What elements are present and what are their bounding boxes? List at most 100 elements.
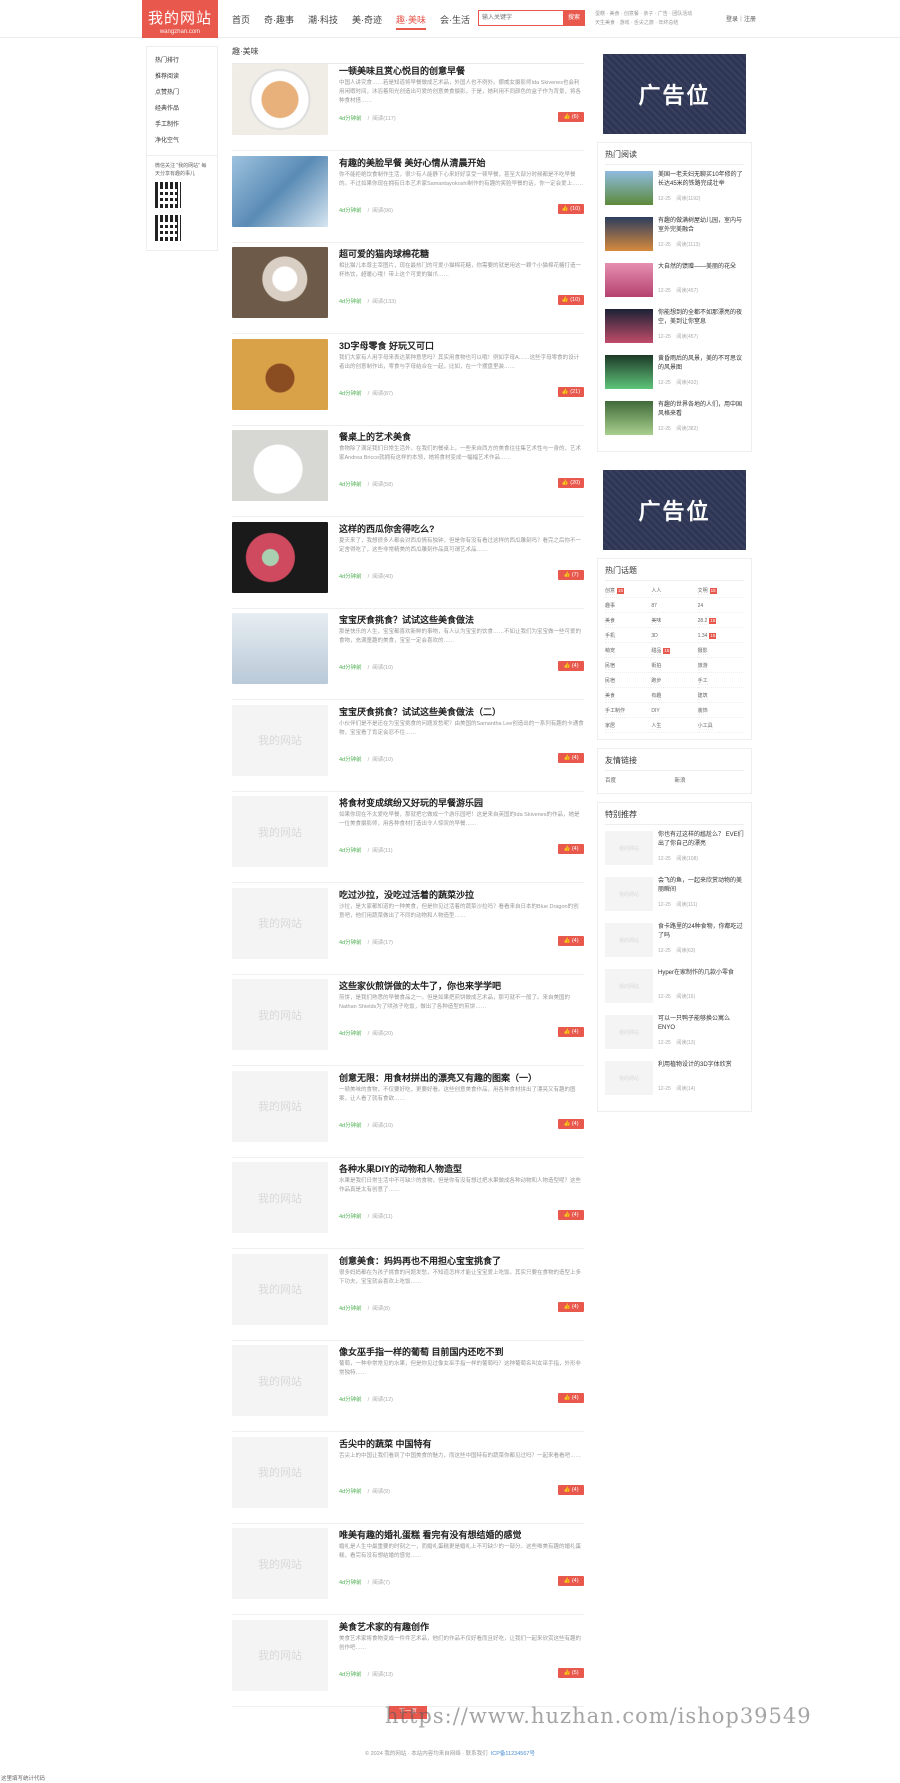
nav-item[interactable]: 潮·科技 [308,13,338,30]
like-button[interactable]: 👍 (4) [558,1118,584,1129]
nav-item[interactable]: 美·奇迹 [352,13,382,30]
tag-link[interactable]: 街拍 [651,660,698,673]
friend-link[interactable]: 百度 [605,775,675,787]
hot-read-thumbnail[interactable] [605,263,653,297]
article-item[interactable]: 我的网站 将食材变成缤纷又好玩的早餐游乐园 如果你现在不太爱吃早餐，那就把它做成一个… [232,792,584,883]
recommend-title[interactable]: 可以一只鸭子能够换公寓么ENYO [658,1015,746,1033]
like-button[interactable]: 👍 (6) [558,112,584,122]
like-button[interactable]: 👍 (21) [558,386,584,397]
ad-banner[interactable]: 广告位 [603,54,746,134]
tag-link[interactable]: 萌宠 [605,645,652,658]
hot-read-item[interactable]: 美国一老夫妇无聊买10年修的了长达45米的铁路完成壮举 12-25 阅读(1192… [605,169,744,215]
left-menu-item[interactable]: 手工制作 [155,117,209,133]
hot-read-item[interactable]: 大自然的馈赠——美丽的花朵 12-25 阅读(457) [605,261,744,307]
recommend-thumbnail[interactable]: 我的网站 [605,831,653,865]
tag-link[interactable]: DIY [651,705,698,718]
like-button[interactable]: 👍 (4) [558,1484,584,1495]
article-title[interactable]: 将食材变成缤纷又好玩的早餐游乐园 [339,796,483,809]
like-button[interactable]: 👍 (10) [558,295,584,305]
like-button[interactable]: 👍 (4) [558,1576,584,1586]
hot-read-title[interactable]: 美国一老夫妇无聊买10年修的了长达45米的铁路完成壮举 [658,171,746,189]
article-thumbnail[interactable] [232,338,328,410]
recommend-title[interactable]: 你也有过这样的尴尬么？ EVE们出了你自己的漂亮 [658,831,746,849]
article-item[interactable]: 超可爱的猫肉球棉花糖 相比猫儿本尊主宰图片，现在最热门的可爱小猫棉花糖，你需要的就… [232,243,584,334]
article-title[interactable]: 这样的西瓜你舍得吃么? [339,522,435,535]
tag-link[interactable]: 旅游 [697,660,744,673]
nav-item[interactable]: 首页 [232,13,250,30]
tag-link[interactable]: 手工 [697,675,744,688]
article-item[interactable]: 我的网站 这些家伙煎饼做的太牛了，你也来学学吧 煎饼，是我们熟悉的早餐食品之一。但是… [232,975,584,1066]
recommend-thumbnail[interactable]: 我的网站 [605,969,653,1003]
nav-item[interactable]: 奇·趣事 [264,13,294,30]
article-item[interactable]: 宝宝厌食挑食？试试这些美食做法 那是快乐的人生，宝宝都喜欢新鲜的事物，有人认为宝宝… [232,609,584,700]
like-button[interactable]: 👍 (10) [558,203,584,214]
tag-link[interactable]: 美味 [651,615,698,628]
hot-read-title[interactable]: 有趣的做满树屋幼儿园，室内与室外完美融合 [658,217,746,235]
article-title[interactable]: 美食艺术家的有趣创作 [339,1620,429,1633]
article-title[interactable]: 3D字母零食 好玩又可口 [339,339,434,352]
like-button[interactable]: 👍 (4) [558,1301,584,1312]
article-title[interactable]: 这些家伙煎饼做的太牛了，你也来学学吧 [339,979,501,992]
like-button[interactable]: 👍 (5) [558,1667,584,1678]
tag-link[interactable]: 3D [651,630,698,643]
article-title[interactable]: 超可爱的猫肉球棉花糖 [339,247,429,260]
recommend-item[interactable]: 我的网站 食卡路里的24种食物，你都吃过了吗 12-25 阅读(63) [605,921,744,967]
search-button[interactable]: 搜索 [563,10,585,26]
recommend-title[interactable]: Hyper在家制作的几款小零食 [658,969,746,978]
recommend-thumbnail[interactable]: 我的网站 [605,923,653,957]
article-thumbnail[interactable] [232,155,328,227]
article-item[interactable]: 我的网站 创意无限：用食材拼出的漂亮又有趣的图案（一） 一顿美味的食物，不仅要好吃，… [232,1067,584,1158]
left-menu-item[interactable]: 推荐阅读 [155,69,209,85]
article-title[interactable]: 吃过沙拉，没吃过活着的蔬菜沙拉 [339,888,474,901]
article-thumbnail[interactable] [232,521,328,593]
article-thumbnail[interactable] [232,247,328,318]
tag-link[interactable]: 手机 [605,630,652,643]
article-item[interactable]: 我的网站 各种水果DIY的动物和人物造型 水果是我们日常生活中不可缺少的食物，但是你… [232,1158,584,1249]
article-thumbnail[interactable]: 我的网站 [232,1345,328,1416]
tag-link[interactable]: 建筑 [697,690,744,703]
article-title[interactable]: 餐桌上的艺术美食 [339,430,411,443]
nav-item-active[interactable]: 趣·美味 [396,13,427,30]
recommend-title[interactable]: 食卡路里的24种食物，你都吃过了吗 [658,923,746,941]
article-title[interactable]: 创意无限：用食材拼出的漂亮又有趣的图案（一） [339,1071,537,1084]
tag-link[interactable]: 人生 [651,720,698,733]
tag-link[interactable]: 创意 15 [605,585,652,598]
left-menu-item[interactable]: 热门排行 [155,53,209,69]
like-button[interactable]: 👍 (4) [558,844,584,854]
tag-link[interactable]: 美食 [605,690,652,703]
article-item[interactable]: 我的网站 像女巫手指一样的葡萄 目前国内还吃不到 葡萄，一种非常常见的水果，但是你见… [232,1341,584,1432]
article-title[interactable]: 各种水果DIY的动物和人物造型 [339,1162,462,1175]
hot-read-title[interactable]: 有趣的世界各地的人们，用中国风格来看 [658,401,746,419]
hot-read-item[interactable]: 有趣的做满树屋幼儿园，室内与室外完美融合 12-25 阅读(1113) [605,215,744,261]
tag-link[interactable]: 28.2 15 [697,615,744,628]
article-title[interactable]: 像女巫手指一样的葡萄 目前国内还吃不到 [339,1345,504,1358]
article-thumbnail[interactable] [232,430,328,501]
article-thumbnail[interactable]: 我的网站 [232,1070,328,1142]
like-button[interactable]: 👍 (4) [558,1210,584,1220]
recommend-thumbnail[interactable]: 我的网站 [605,877,653,911]
recommend-title[interactable]: 利用植物设计的3D字体欣赏 [658,1061,746,1070]
article-thumbnail[interactable] [232,64,328,135]
hot-read-thumbnail[interactable] [605,355,653,389]
nav-item[interactable]: 会·生活 [440,13,470,30]
recommend-item[interactable]: 我的网站 你也有过这样的尴尬么？ EVE们出了你自己的漂亮 12-25 阅读(108… [605,829,744,875]
article-item[interactable]: 这样的西瓜你舍得吃么? 夏天来了，我想很多人都会对西瓜情有独钟，但是你有没有看过这… [232,518,584,609]
recommend-thumbnail[interactable]: 我的网站 [605,1061,653,1095]
tag-link[interactable]: 手工制作 [605,705,652,718]
tag-link[interactable]: 人人 [651,585,698,598]
article-thumbnail[interactable]: 我的网站 [232,1528,328,1599]
like-button[interactable]: 👍 (4) [558,1027,584,1037]
tag-link[interactable]: 摄影 [697,645,744,658]
site-logo[interactable]: 我的网站 wangzhan.com [142,0,218,38]
tag-link[interactable]: 甜品 15 [651,645,698,658]
left-menu-item[interactable]: 净化空气 [155,133,209,149]
left-menu-item[interactable]: 点赞热门 [155,85,209,101]
like-button[interactable]: 👍 (4) [558,752,584,763]
hot-read-item[interactable]: 有趣的世界各地的人们，用中国风格来看 12-25 阅读(382) [605,399,744,445]
article-thumbnail[interactable]: 我的网站 [232,1162,328,1233]
hot-read-item[interactable]: 黄昏雨后的风景，美的不可思议的风景图 12-25 阅读(432) [605,353,744,399]
like-button[interactable]: 👍 (4) [558,661,584,671]
tag-link[interactable]: 民宿 [605,660,652,673]
tag-link[interactable]: 文明 15 [697,585,744,598]
article-title[interactable]: 宝宝厌食挑食？试试这些美食做法（二） [339,705,501,718]
